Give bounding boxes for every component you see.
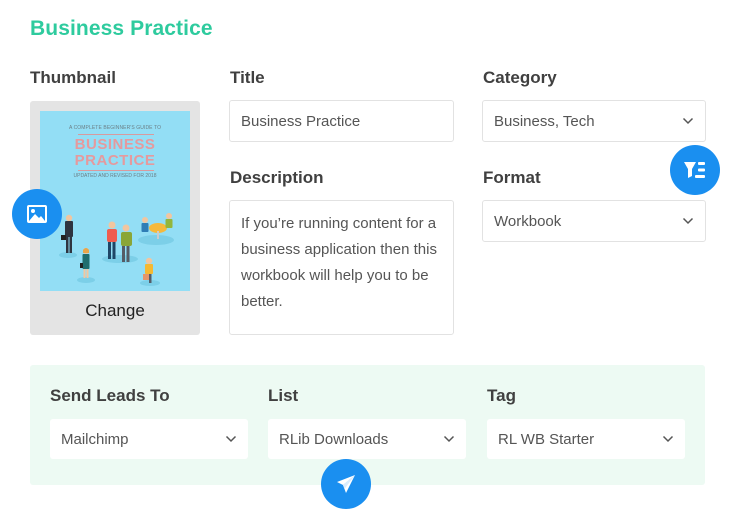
filter-button[interactable] [670, 145, 720, 195]
description-textarea-value: If you’re running content for a business… [241, 215, 437, 310]
image-icon [27, 205, 47, 223]
title-input-value: Business Practice [241, 112, 361, 130]
chevron-down-icon [682, 215, 694, 227]
category-select[interactable]: Business, Tech [482, 100, 706, 142]
format-label: Format [483, 168, 541, 187]
page-title: Business Practice [30, 17, 213, 40]
filter-list-icon [684, 162, 705, 178]
list-select-value: RLib Downloads [279, 430, 389, 448]
send-leads-to-select[interactable]: Mailchimp [50, 419, 248, 459]
format-select[interactable]: Workbook [482, 200, 706, 242]
category-select-value: Business, Tech [494, 112, 595, 130]
paper-plane-icon [337, 475, 355, 493]
format-select-value: Workbook [494, 212, 562, 230]
tag-select-value: RL WB Starter [498, 430, 595, 448]
list-label: List [268, 386, 299, 405]
chevron-down-icon [662, 433, 674, 445]
chevron-down-icon [225, 433, 237, 445]
change-thumbnail-button[interactable]: Change [30, 301, 200, 321]
send-leads-to-label: Send Leads To [50, 386, 170, 405]
description-label: Description [230, 168, 324, 187]
title-label: Title [230, 68, 265, 87]
title-input[interactable]: Business Practice [229, 100, 454, 142]
tag-label: Tag [487, 386, 516, 405]
book-cover-image: A COMPLETE BEGINNER'S GUIDE TO BUSINESS … [40, 111, 190, 291]
send-leads-to-value: Mailchimp [61, 430, 129, 448]
list-select[interactable]: RLib Downloads [268, 419, 466, 459]
upload-image-button[interactable] [12, 189, 62, 239]
business-people-illustration [59, 213, 174, 286]
chevron-down-icon [682, 115, 694, 127]
thumbnail-label: Thumbnail [30, 68, 116, 87]
category-label: Category [483, 68, 557, 87]
chevron-down-icon [443, 433, 455, 445]
send-button[interactable] [321, 459, 371, 509]
tag-select[interactable]: RL WB Starter [487, 419, 685, 459]
description-textarea[interactable]: If you’re running content for a business… [229, 200, 454, 335]
leads-panel: Send Leads To Mailchimp List RLib Downlo… [30, 365, 705, 485]
